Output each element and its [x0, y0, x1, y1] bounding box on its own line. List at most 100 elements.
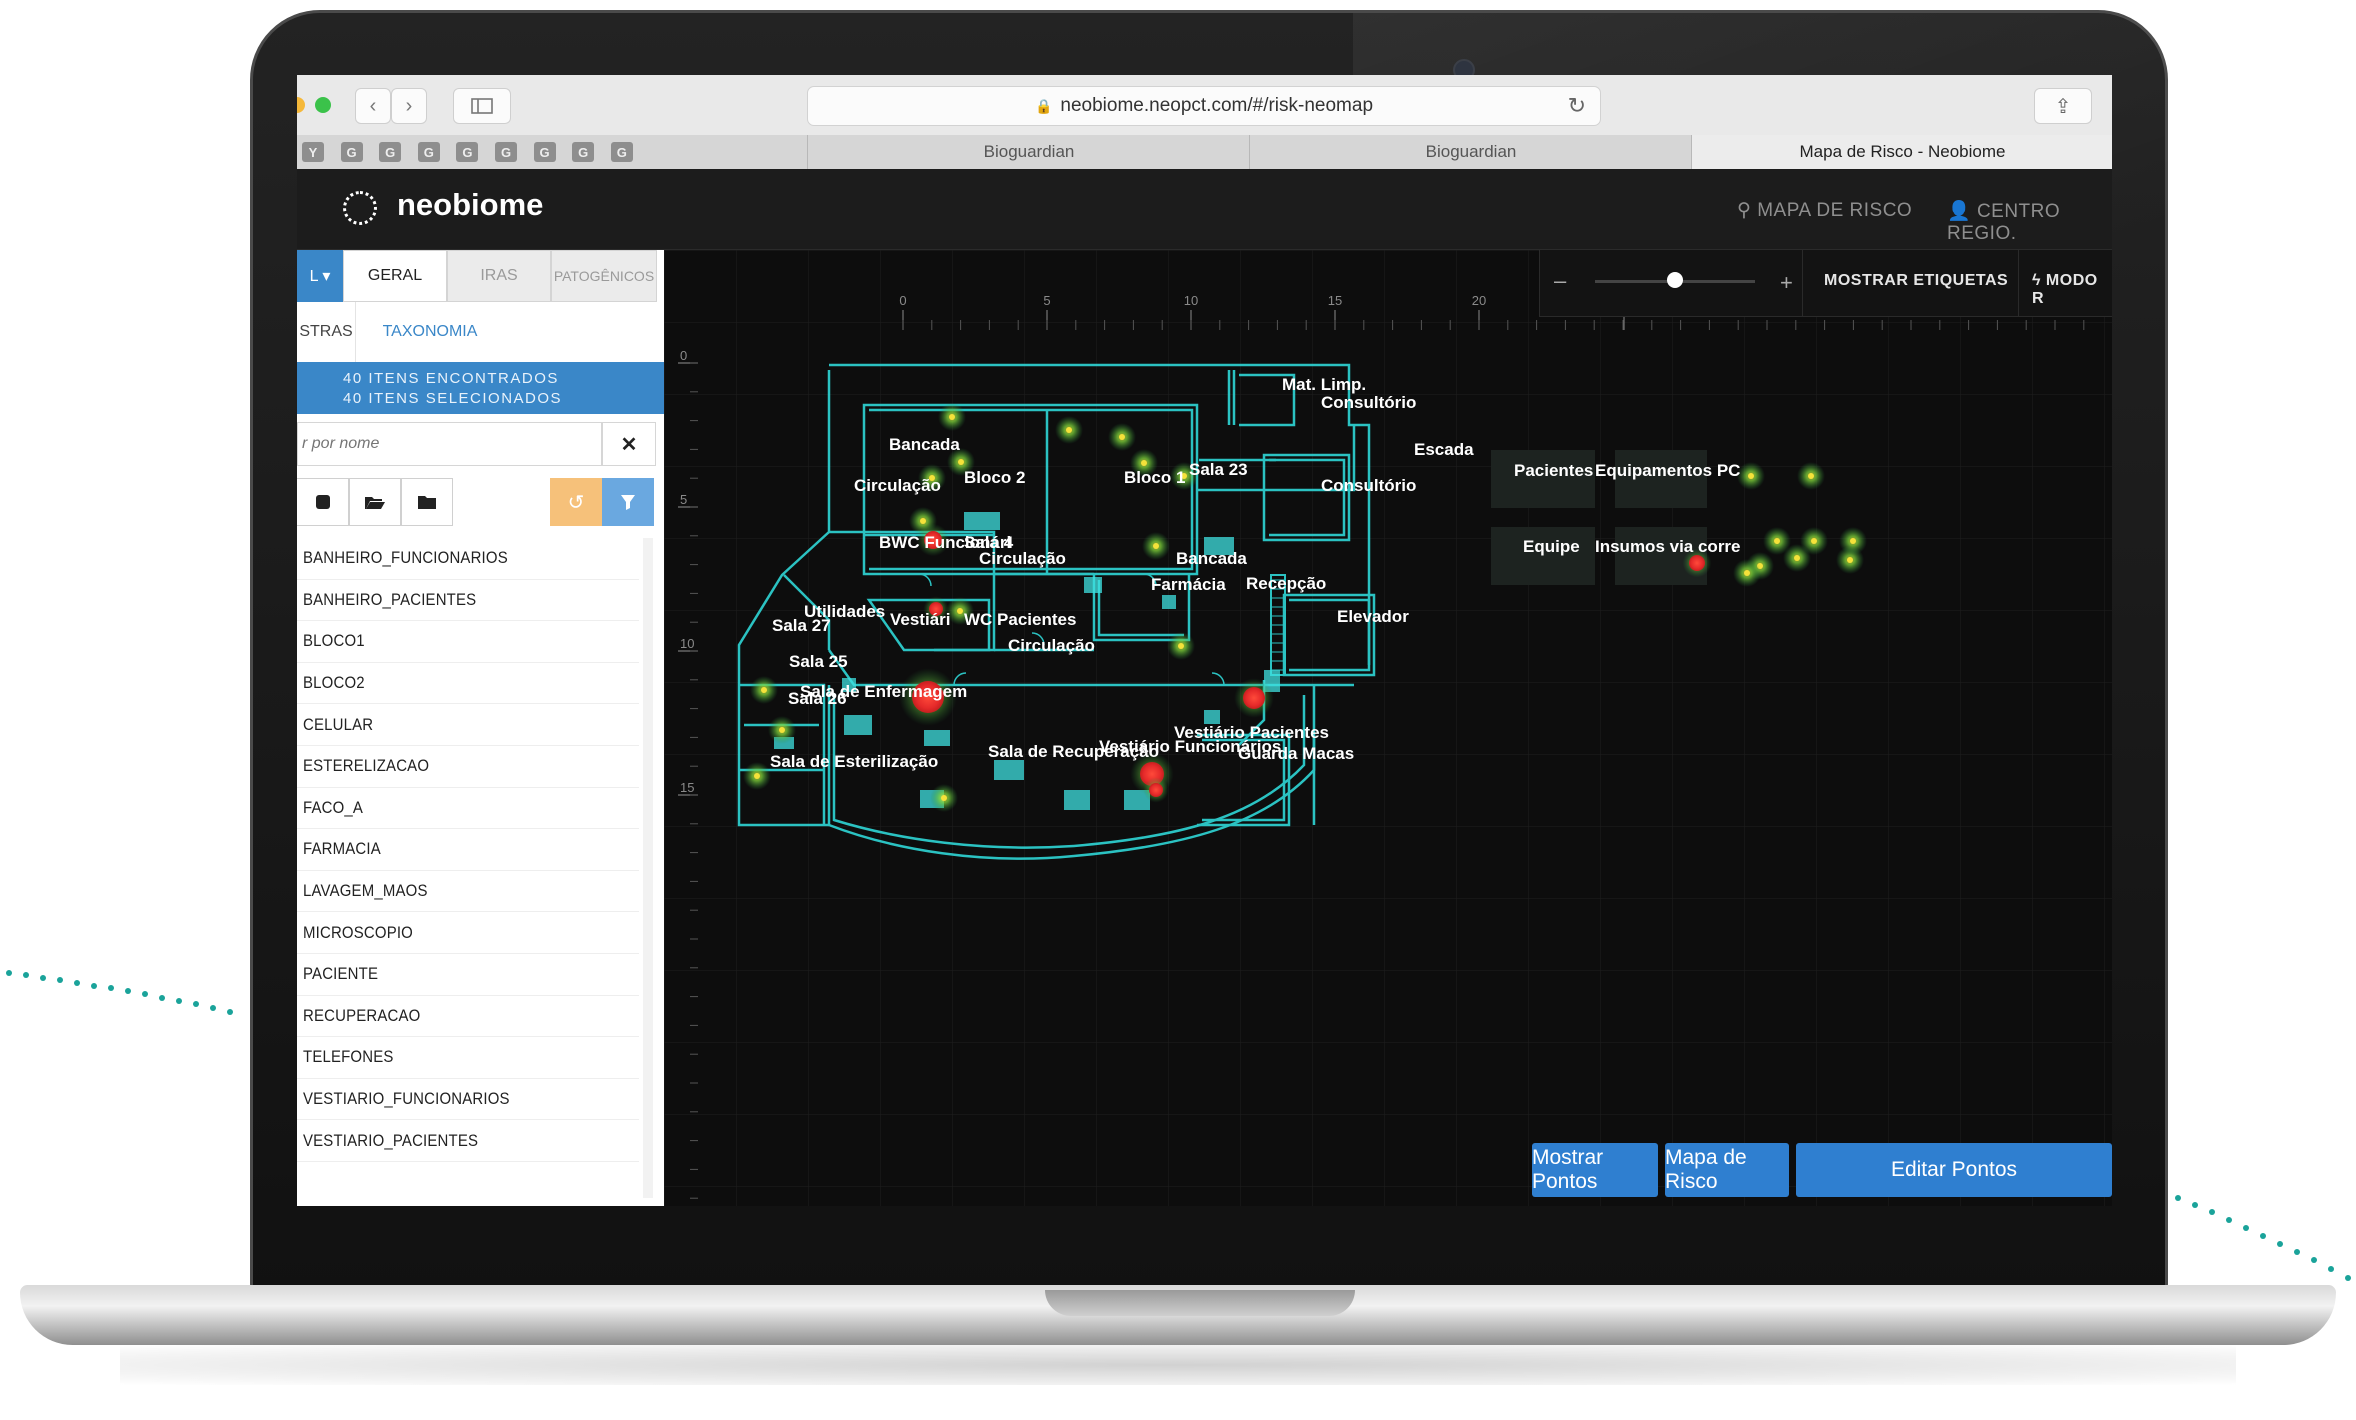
risk-map[interactable]: 0510152025051015 Mat. Limp.ConsultórioEs…	[664, 250, 2112, 1206]
zoom-in-button[interactable]: +	[1780, 270, 1793, 296]
laptop-shadow	[120, 1345, 2236, 1385]
segment-patogenicos[interactable]: PATOGÊNICOS	[551, 250, 657, 302]
tool-row: ↺	[297, 478, 656, 528]
nav-label: MAPA DE RISCO	[1757, 200, 1913, 221]
decoration-dot	[125, 988, 131, 995]
item-label: BANHEIRO_FUNCIONARIOS	[303, 548, 508, 568]
item-label: BLOCO2	[303, 673, 365, 693]
decoration-dot	[176, 998, 182, 1004]
address-bar[interactable]: 🔒 neobiome.neopct.com/#/risk-neomap ↻	[807, 86, 1601, 126]
decoration-dot	[57, 977, 63, 984]
furniture-item	[1064, 790, 1090, 810]
taxonomy-list-item[interactable]: CELULAR	[297, 704, 639, 746]
hotspot-core	[1066, 427, 1072, 433]
folder-icon[interactable]	[401, 478, 453, 526]
browser-tab-2[interactable]: Bioguardian	[1249, 135, 1692, 169]
floor-plan[interactable]: 0510152025051015 Mat. Limp.ConsultórioEs…	[664, 250, 2112, 1206]
bookmark-favicon[interactable]: G	[417, 142, 440, 162]
items-found-count: 40 ITENS ENCONTRADOS	[343, 370, 559, 387]
hotspot-core	[1744, 570, 1750, 576]
taxonomy-list-item[interactable]: BLOCO1	[297, 621, 639, 663]
zoom-out-button[interactable]: –	[1554, 268, 1566, 294]
folder-open-icon[interactable]	[349, 478, 401, 526]
forward-icon[interactable]: ›	[391, 88, 427, 124]
maximize-window-button[interactable]	[315, 97, 331, 113]
bookmark-favicon[interactable]: G	[340, 142, 363, 162]
show-labels-button[interactable]: MOSTRAR ETIQUETAS	[1824, 272, 2008, 290]
bookmark-favicon[interactable]: G	[495, 142, 517, 162]
taxonomy-list-item[interactable]: BLOCO2	[297, 663, 639, 705]
minimize-window-button[interactable]	[297, 97, 305, 113]
browser-tab-active[interactable]: Mapa de Risco - Neobiome	[1691, 135, 2112, 169]
item-label: RECUPERACAO	[303, 1005, 421, 1025]
taxonomy-list-item[interactable]: PACIENTE	[297, 954, 639, 996]
hotspot-high[interactable]	[1689, 555, 1705, 571]
close-icon[interactable]: ✕	[602, 422, 656, 466]
segment-label: GERAL	[367, 267, 423, 284]
taxonomy-list-item[interactable]: RECUPERACAO	[297, 996, 639, 1038]
mode-button[interactable]: ϟ MODO R	[2032, 272, 2112, 308]
ruler-x-label: 15	[1328, 293, 1342, 308]
browser-tab-strip: YGGGGGGGG Bioguardian Bioguardian Mapa d…	[297, 135, 2112, 170]
tab-amostras[interactable]: STRAS	[297, 302, 356, 362]
hotspot-high[interactable]	[1243, 687, 1265, 709]
taxonomy-list-item[interactable]: VESTIARIO_PACIENTES	[297, 1120, 639, 1162]
hotspot-core	[1808, 473, 1814, 479]
sidebar-scrollbar[interactable]	[643, 538, 653, 1198]
bookmark-favicon[interactable]: G	[533, 142, 556, 162]
bookmark-favicon[interactable]: Y	[302, 142, 324, 162]
bookmark-favicon[interactable]: G	[610, 142, 633, 162]
map-toolbar: – + MOSTRAR ETIQUETAS ϟ MODO R	[1539, 250, 2112, 317]
hotspot-core	[1850, 538, 1856, 544]
edit-points-button[interactable]: Editar Pontos	[1796, 1143, 2112, 1197]
ruler-x-label: 5	[1043, 293, 1050, 308]
browser-tab-1[interactable]: Bioguardian	[807, 135, 1250, 169]
taxonomy-list-item[interactable]: BANHEIRO_FUNCIONARIOS	[297, 538, 639, 580]
share-icon[interactable]: ⇪	[2034, 88, 2092, 124]
nav-mapa-de-risco[interactable]: ⚲ MAPA DE RISCO	[1737, 199, 1912, 222]
bookmark-favicon[interactable]: G	[379, 142, 402, 162]
show-points-button[interactable]: Mostrar Pontos	[1532, 1143, 1658, 1197]
room-label: Circulação	[1008, 636, 1095, 655]
risk-map-button[interactable]: Mapa de Risco	[1665, 1143, 1789, 1197]
filter-sidebar: L ▾ GERAL IRAS PATOGÊNICOS STRAS TAXONOM…	[297, 250, 664, 1206]
item-label: FARMACIA	[303, 839, 381, 859]
tab-taxonomia[interactable]: TAXONOMIA	[355, 302, 505, 362]
search-input[interactable]	[297, 422, 602, 466]
item-label: BANHEIRO_PACIENTES	[303, 589, 477, 609]
room-label: Sala 23	[1189, 460, 1248, 479]
segment-geral[interactable]: GERAL	[343, 250, 447, 302]
taxonomy-list-item[interactable]: FARMACIA	[297, 829, 639, 871]
taxonomy-list-item[interactable]: LAVAGEM_MAOS	[297, 871, 639, 913]
hotspot-high[interactable]	[1149, 783, 1163, 797]
bookmark-favicon[interactable]: G	[572, 142, 595, 162]
ruler-y-label: 5	[680, 492, 687, 507]
segment-iras[interactable]: IRAS	[447, 250, 551, 302]
taxonomy-list-item[interactable]: TELEFONES	[297, 1037, 639, 1079]
taxonomy-list-item[interactable]: FACO_A	[297, 788, 639, 830]
taxonomy-list-item[interactable]: BANHEIRO_PACIENTES	[297, 580, 639, 622]
taxonomy-list-item[interactable]: VESTIARIO_FUNCIONARIOS	[297, 1079, 639, 1121]
taxonomy-list-item[interactable]: ESTERELIZACAO	[297, 746, 639, 788]
decoration-dot	[23, 972, 29, 979]
sidebar-icon[interactable]	[453, 88, 511, 124]
side-panel-label: Equipamentos PC	[1595, 461, 1740, 480]
ruler-x-label: 10	[1184, 293, 1198, 308]
room-label: Bloco 1	[1124, 468, 1185, 487]
item-label: VESTIARIO_FUNCIONARIOS	[303, 1089, 510, 1109]
filter-icon[interactable]	[602, 478, 654, 526]
decoration-dot	[159, 994, 165, 1001]
hotspot-core	[958, 459, 964, 465]
back-icon[interactable]: ‹	[355, 88, 391, 124]
nav-centro-regional[interactable]: 👤 CENTRO REGIO.	[1947, 199, 2112, 245]
zoom-slider-handle[interactable]	[1667, 272, 1683, 288]
taxonomy-list-item[interactable]: MICROSCOPIO	[297, 912, 639, 954]
segment-menu[interactable]: L ▾	[297, 250, 343, 302]
decoration-dot	[108, 985, 114, 992]
room-label: Sala 25	[789, 652, 848, 671]
stop-icon[interactable]	[297, 478, 349, 526]
reload-icon[interactable]: ↻	[1568, 93, 1586, 119]
bookmark-favicon[interactable]: G	[456, 142, 479, 162]
undo-icon[interactable]: ↺	[550, 478, 602, 526]
user-icon: 👤	[1947, 201, 1977, 222]
